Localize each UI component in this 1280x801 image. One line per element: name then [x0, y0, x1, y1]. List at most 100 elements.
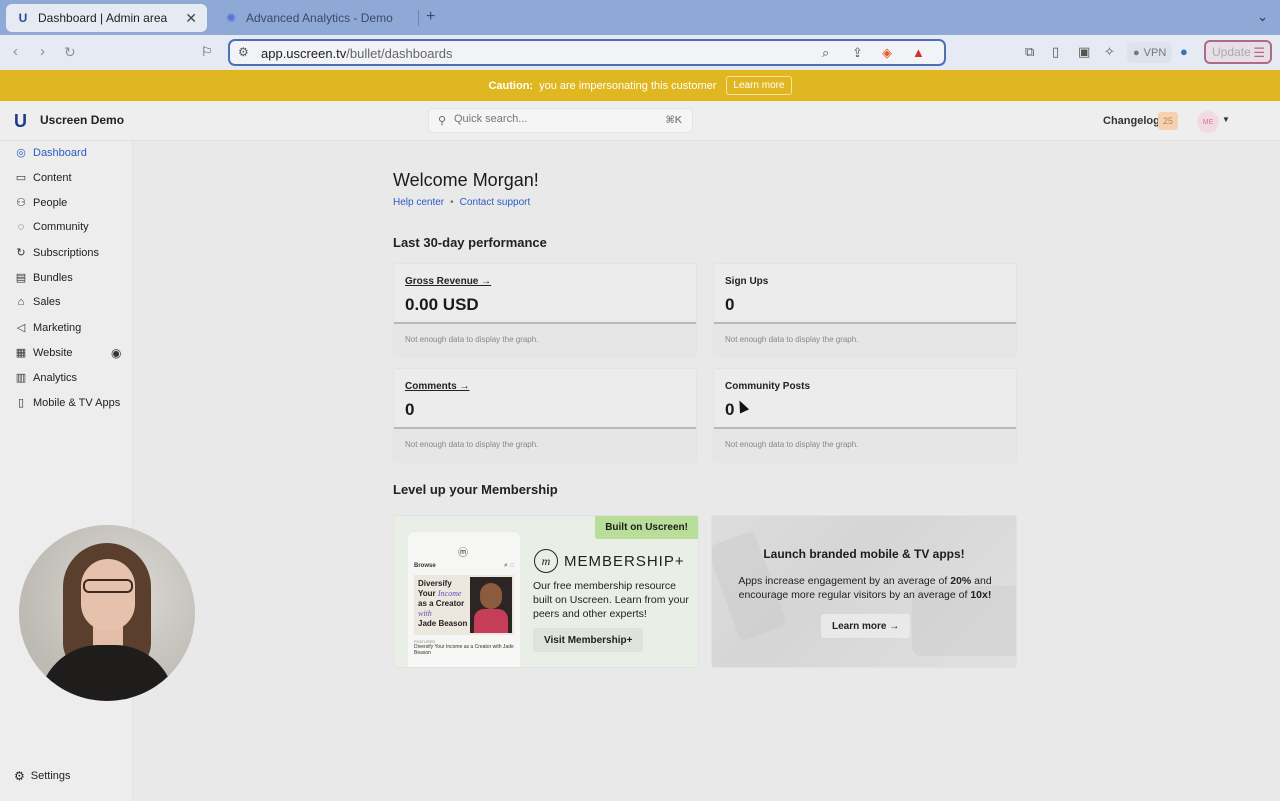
chevron-down-icon[interactable]: ▼ — [1222, 115, 1230, 124]
gross-revenue-value: 0.00 USD — [405, 295, 479, 314]
url-path: /bullet/dashboards — [346, 46, 453, 61]
learn-more-apps-button[interactable]: Learn more → — [821, 614, 911, 638]
profile-icon[interactable]: ● — [1180, 44, 1188, 59]
forward-icon[interactable]: › — [40, 43, 45, 60]
separator-dot: • — [450, 197, 454, 208]
user-avatar[interactable]: ME — [1197, 111, 1219, 133]
sidebar-item-bundles[interactable]: ▤ Bundles — [14, 271, 129, 285]
brand-name[interactable]: Uscreen Demo — [40, 113, 124, 127]
sidebar: ◎ Dashboard ▭ Content ⚇ People ◌ Community ↻… — [0, 141, 133, 801]
level-up-heading: Level up your Membership — [393, 482, 558, 497]
bundle-icon: ▤ — [15, 272, 27, 284]
page-title: Welcome Morgan! — [393, 170, 539, 190]
bookmark-icon[interactable]: ⚐ — [201, 44, 213, 60]
uscreen-logo-icon[interactable]: U — [14, 111, 27, 132]
phone-title-line: Diversify — [418, 579, 452, 588]
sidebar-item-label: Sales — [33, 296, 61, 308]
reload-icon[interactable]: ↻ — [64, 44, 76, 61]
tab-dashboard[interactable]: U Dashboard | Admin area ✕ — [6, 4, 207, 32]
sidebar-item-community[interactable]: ◌ Community — [14, 221, 129, 233]
sidebar-item-label: Bundles — [33, 271, 73, 284]
site-settings-icon[interactable]: ⚙ — [238, 45, 249, 59]
sidebar-item-dashboard[interactable]: ◎ Dashboard — [14, 146, 129, 160]
update-button[interactable]: Update ☰ — [1204, 40, 1272, 64]
creator-photo — [470, 577, 512, 633]
search-icon: ⚲ — [438, 115, 447, 127]
card-divider — [714, 322, 1016, 324]
sidebar-item-settings[interactable]: ⚙ Settings — [14, 769, 71, 783]
url-host: app.uscreen.tv — [261, 46, 347, 61]
community-icon: ◌ — [17, 221, 25, 233]
address-bar[interactable]: ⚙ app.uscreen.tv/bullet/dashboards ⌕ ⇪ ◈… — [228, 39, 946, 66]
quick-search[interactable]: ⚲ ⌘K — [428, 108, 693, 133]
card-divider — [394, 322, 696, 324]
search-input[interactable] — [454, 113, 654, 125]
phone-card-title: Diversify Your Income as a Creator with … — [418, 579, 474, 629]
folder-icon: ▭ — [15, 172, 27, 184]
dashboard-icon: ◎ — [16, 147, 26, 159]
sidebar-item-analytics[interactable]: ▥ Analytics — [14, 371, 129, 385]
tab-list-chevron-icon[interactable]: ⌄ — [1257, 9, 1268, 25]
tab-divider — [418, 10, 419, 26]
desc-stat: 20% — [950, 575, 972, 587]
phone-caption: Diversify Your Income as a Creator with … — [414, 644, 514, 656]
graph-note: Not enough data to display the graph. — [725, 335, 859, 344]
zoom-icon[interactable]: ⌕ — [822, 45, 829, 61]
search-shortcut: ⌘K — [665, 115, 683, 126]
community-posts-card: Community Posts 0 Not enough data to dis… — [713, 368, 1017, 463]
brave-rewards-icon[interactable]: ▲ — [912, 45, 925, 60]
leo-ai-icon[interactable]: ✧ — [1104, 44, 1115, 60]
close-tab-icon[interactable]: ✕ — [185, 10, 197, 27]
sidebar-item-marketing[interactable]: ◁ Marketing — [14, 321, 129, 335]
extensions-icon[interactable]: ⧉ — [1025, 44, 1034, 60]
people-icon: ⚇ — [16, 197, 26, 209]
comments-value: 0 — [405, 400, 415, 419]
bank-icon: ⌂ — [17, 296, 25, 308]
gross-revenue-card: Gross Revenue → 0.00 USD Not enough data… — [393, 263, 697, 358]
sidebar-item-label: Dashboard — [33, 146, 87, 159]
website-icon: ▦ — [15, 347, 27, 359]
megaphone-icon: ◁ — [16, 322, 26, 334]
tab-title: Advanced Analytics - Demo — [246, 11, 393, 25]
comments-link[interactable]: Comments → — [405, 381, 469, 392]
sidebar-item-sales[interactable]: ⌂ Sales — [14, 296, 129, 308]
sidebar-item-subscriptions[interactable]: ↻ Subscriptions — [14, 246, 129, 260]
sidebar-item-label: Community — [33, 221, 89, 233]
gross-revenue-link[interactable]: Gross Revenue → — [405, 276, 491, 287]
learn-more-button[interactable]: Learn more — [726, 76, 792, 95]
creator-shirt — [474, 609, 508, 633]
brave-shield-icon[interactable]: ◈ — [882, 45, 892, 61]
back-icon[interactable]: ‹ — [13, 43, 18, 60]
phone-featured-card: Diversify Your Income as a Creator with … — [414, 575, 514, 635]
tab-advanced-analytics[interactable]: ✺ Advanced Analytics - Demo — [214, 4, 414, 32]
impersonation-banner: Caution: you are impersonating this cust… — [0, 70, 1280, 101]
help-links: Help center • Contact support — [393, 197, 530, 208]
community-posts-label: Community Posts — [725, 381, 811, 392]
changelog-link[interactable]: Changelog — [1103, 115, 1160, 127]
graph-note: Not enough data to display the graph. — [725, 440, 859, 449]
vpn-status-icon: ● — [1133, 46, 1140, 59]
performance-heading: Last 30-day performance — [393, 235, 547, 250]
analytics-favicon-icon: ✺ — [225, 11, 237, 25]
graph-note: Not enough data to display the graph. — [405, 335, 539, 344]
wallet-icon[interactable]: ▣ — [1078, 44, 1090, 60]
contact-support-link[interactable]: Contact support — [460, 197, 531, 208]
sidebar-item-label: Analytics — [33, 371, 78, 384]
vpn-button[interactable]: ● VPN — [1127, 42, 1173, 63]
help-center-link[interactable]: Help center — [393, 197, 444, 208]
apps-promo-title: Launch branded mobile & TV apps! — [763, 547, 965, 561]
changelog-count-badge: 25 — [1158, 112, 1179, 130]
sidebar-toggle-icon[interactable]: ▯ — [1052, 44, 1059, 60]
share-icon[interactable]: ⇪ — [852, 45, 863, 61]
new-tab-icon[interactable]: + — [426, 8, 435, 26]
sidebar-item-label: People — [33, 196, 68, 209]
sign-ups-card: Sign Ups 0 Not enough data to display th… — [713, 263, 1017, 358]
visit-membership-button[interactable]: Visit Membership+ — [533, 628, 644, 652]
membership-plus-logo-icon: m — [534, 549, 558, 573]
sidebar-item-content[interactable]: ▭ Content — [14, 171, 129, 185]
community-posts-value: 0 — [725, 400, 735, 419]
eye-icon[interactable]: ◉ — [111, 346, 121, 360]
sidebar-item-mobile-tv-apps[interactable]: ▯ Mobile & TV Apps — [14, 396, 129, 410]
sidebar-item-people[interactable]: ⚇ People — [14, 196, 129, 210]
menu-icon: ☰ — [1253, 45, 1265, 60]
